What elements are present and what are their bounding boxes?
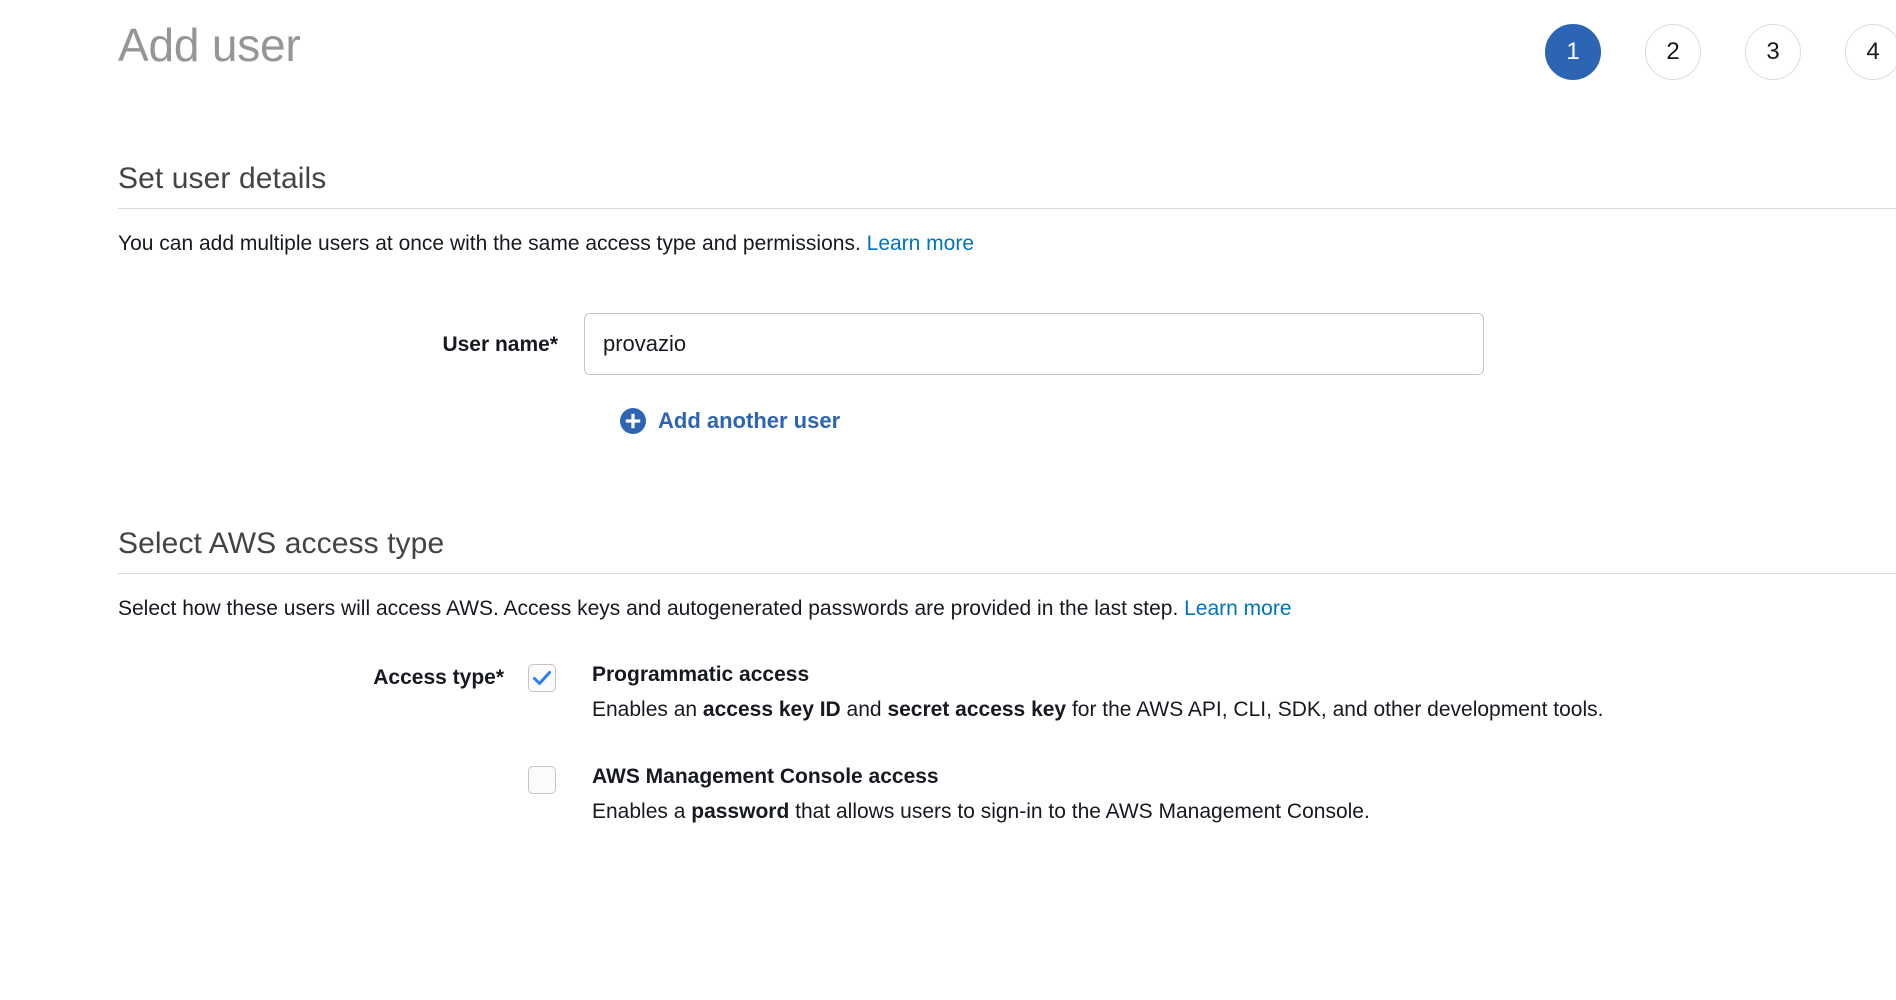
- access-type-description: Select how these users will access AWS. …: [118, 595, 1896, 623]
- description-fragment: Enables a: [592, 800, 692, 823]
- wizard-step-label: 1: [1566, 38, 1580, 65]
- username-form-row: User name*: [118, 313, 1484, 375]
- set-user-details-heading: Set user details: [118, 162, 327, 195]
- description-fragment: secret access key: [887, 698, 1067, 721]
- description-fragment: for the AWS API, CLI, SDK, and other dev…: [1066, 698, 1604, 721]
- section-divider: [118, 208, 1896, 209]
- wizard-step-3[interactable]: 3: [1745, 24, 1801, 80]
- set-user-details-description-text: You can add multiple users at once with …: [118, 232, 861, 255]
- section-divider: [118, 573, 1896, 574]
- wizard-step-label: 4: [1866, 38, 1880, 65]
- wizard-step-label: 2: [1666, 38, 1680, 65]
- wizard-step-indicator: 1 2 3 4: [1545, 24, 1896, 80]
- add-another-user-button[interactable]: Add another user: [620, 407, 840, 435]
- access-type-option-title[interactable]: AWS Management Console access: [592, 762, 1370, 792]
- page-header: Add user 1 2 3 4: [0, 0, 1896, 110]
- access-type-description-text: Select how these users will access AWS. …: [118, 597, 1179, 620]
- checkbox-console-access[interactable]: [528, 766, 556, 794]
- access-type-option-description: Enables an access key ID and secret acce…: [592, 690, 1603, 730]
- access-type-options: Programmatic access Enables an access key…: [528, 660, 1603, 832]
- add-user-wizard-page: Add user 1 2 3 4 Set user details You can a…: [0, 0, 1896, 1000]
- access-type-option-body: AWS Management Console access Enables a p…: [592, 762, 1370, 832]
- access-type-option-title[interactable]: Programmatic access: [592, 660, 1603, 690]
- description-fragment: and: [840, 698, 888, 721]
- plus-circle-icon: [620, 408, 646, 434]
- access-type-option-description: Enables a password that allows users to …: [592, 792, 1370, 832]
- page-title: Add user: [118, 19, 301, 71]
- wizard-step-2[interactable]: 2: [1645, 24, 1701, 80]
- checkmark-icon: [533, 671, 551, 685]
- username-input[interactable]: [584, 313, 1484, 375]
- access-type-label: Access type*: [373, 666, 504, 689]
- access-type-option: Programmatic access Enables an access key…: [528, 660, 1603, 730]
- set-user-details-description: You can add multiple users at once with …: [118, 230, 1896, 258]
- user-details-learn-more-link[interactable]: Learn more: [867, 232, 974, 255]
- set-user-details-section: Set user details You can add multiple us…: [118, 160, 1896, 258]
- add-another-user-label: Add another user: [658, 408, 841, 433]
- access-type-block: Access type* Programmatic access Enables …: [118, 660, 1603, 832]
- access-type-option: AWS Management Console access Enables a p…: [528, 762, 1603, 832]
- description-fragment: access key ID: [702, 698, 841, 721]
- checkbox-programmatic-access[interactable]: [528, 664, 556, 692]
- wizard-step-label: 3: [1766, 38, 1780, 65]
- access-type-option-body: Programmatic access Enables an access key…: [592, 660, 1603, 730]
- description-fragment: Enables an: [592, 698, 703, 721]
- wizard-step-1[interactable]: 1: [1545, 24, 1601, 80]
- username-label: User name*: [442, 333, 558, 356]
- wizard-step-4[interactable]: 4: [1845, 24, 1896, 80]
- access-type-learn-more-link[interactable]: Learn more: [1184, 597, 1291, 620]
- access-type-heading: Select AWS access type: [118, 527, 445, 560]
- access-type-section: Select AWS access type Select how these …: [118, 525, 1896, 623]
- description-fragment: password: [691, 800, 790, 823]
- description-fragment: that allows users to sign-in to the AWS …: [789, 800, 1370, 823]
